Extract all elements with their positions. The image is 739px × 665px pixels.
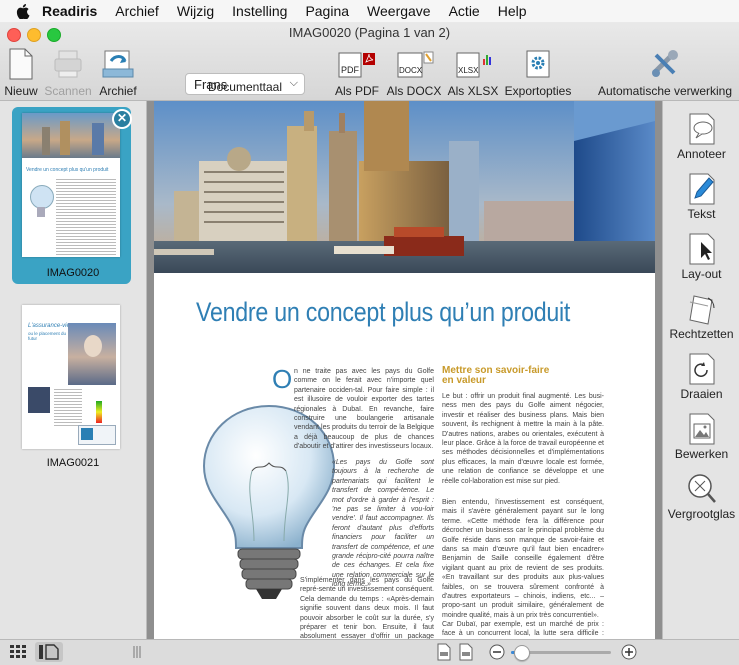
automation-tools-icon [652,50,678,77]
drop-cap: O [272,364,293,394]
menu-weergave[interactable]: Weergave [367,3,431,19]
annotate-tool[interactable]: Annoteer [663,111,739,161]
archive-label: Archief [99,84,137,98]
thumbnail-page-1[interactable]: Vendre un concept plus qu'un produit [22,113,120,257]
window-title: IMAG0020 (Pagina 1 van 2) [288,25,451,40]
thumbnail-mini-title: Vendre un concept plus qu'un produit [26,167,109,173]
magnifier-icon [687,474,716,503]
rotate-tool[interactable]: Draaien [663,351,739,401]
pdf-file-icon: PDF [338,52,375,78]
save-docx-label: Als DOCX [386,84,442,98]
status-bar [0,639,739,665]
save-pdf-button[interactable]: PDF Als PDF [334,46,380,98]
close-thumbnail-icon[interactable]: ✕ [112,109,132,129]
text-label: Tekst [687,207,716,221]
zoom-out-icon[interactable] [489,644,505,660]
apple-icon[interactable] [16,3,30,19]
layout-tool[interactable]: Lay-out [663,231,739,281]
page-view-toggle[interactable] [35,642,63,662]
save-xlsx-label: Als XLSX [447,84,499,98]
col1-paragraph-2: «Les pays du Golfe sont toujours à la re… [332,459,434,589]
col2-paragraph-3: Car Dubaï, par exemple, est un marché de… [442,621,604,638]
col2-paragraph-2: Bien entendu, l'investissement est consé… [442,499,604,619]
col1-paragraph-1: n ne traite pas avec les pays du Golfe c… [294,368,434,451]
svg-text:XLSX: XLSX [458,66,479,75]
new-label: Nieuw [4,84,38,98]
thumbnail-sidebar: Vendre un concept plus qu'un produit ✕ I… [0,101,147,639]
grid-view-icon[interactable] [10,645,28,659]
auto-processing-button[interactable]: Automatische verwerking [595,46,735,98]
thumbnail-2-mini-sub: ou le placement du futur [28,331,67,341]
rotate-label: Draaien [680,387,723,401]
thumbnail-2-mini-title: L'assurance-vie [28,323,70,329]
menu-wijzig[interactable]: Wijzig [177,3,214,19]
save-docx-button[interactable]: DOCX Als DOCX [386,46,442,98]
rotate-icon [689,353,714,385]
auto-processing-label: Automatische verwerking [597,84,733,98]
scan-label: Scannen [44,84,92,98]
city-photo [154,101,655,273]
col2-paragraph-1: Le but : offrir un produit final augment… [442,393,604,485]
col1-paragraph-3: S'implémenter dans les pays du Golfe rep… [300,577,434,639]
menu-archief[interactable]: Archief [115,3,159,19]
xlsx-small-icon[interactable] [459,643,473,661]
menu-app[interactable]: Readiris [42,3,97,19]
sidebar-resize-handle-icon[interactable] [133,646,141,658]
menu-help[interactable]: Help [498,3,527,19]
archive-button[interactable]: Archief [96,46,140,98]
edit-label: Bewerken [674,447,729,461]
magnifier-label: Vergrootglas [667,507,736,521]
save-xlsx-button[interactable]: XLSX Als XLSX [446,46,500,98]
archive-open-icon [102,50,134,78]
document-page: Vendre un concept plus qu’un produit O n… [154,101,655,639]
straighten-tool[interactable]: Rechtzetten [663,291,739,341]
docx-file-icon: DOCX [397,51,434,78]
edit-tool[interactable]: Bewerken [663,411,739,461]
thumbnail-page-2[interactable]: L'assurance-vie ou le placement du futur [22,305,120,449]
language-label: Documenttaal [207,80,283,94]
text-pen-icon [689,173,714,205]
menu-actie[interactable]: Actie [449,3,480,19]
single-page-view-icon [39,644,59,660]
layout-label: Lay-out [681,267,722,281]
zoom-slider-knob[interactable] [514,645,530,661]
thumbnail-name-2: IMAG0021 [46,457,100,469]
article-subhead: Mettre son savoir-faire en valeur [442,365,550,386]
text-tool[interactable]: Tekst [663,171,739,221]
xlsx-file-icon: XLSX [456,52,491,78]
annotate-label: Annoteer [677,147,726,161]
straighten-icon [688,295,714,325]
menu-pagina[interactable]: Pagina [305,3,349,19]
window-toolbar: IMAG0020 (Pagina 1 van 2) Nieuw Scannen … [0,22,739,101]
edit-image-icon [689,413,714,445]
pdf-small-icon[interactable] [437,643,451,661]
export-settings-icon [526,50,550,78]
export-options-label: Exportopties [504,84,572,98]
article-headline: Vendre un concept plus qu’un produit [196,297,571,327]
save-pdf-label: Als PDF [334,84,379,98]
menu-instelling[interactable]: Instelling [232,3,287,19]
svg-text:PDF: PDF [341,65,360,75]
document-viewer[interactable]: Vendre un concept plus qu’un produit O n… [147,101,662,639]
scan-button[interactable]: Scannen [44,46,92,98]
annotate-icon [689,113,714,145]
new-document-icon [9,48,33,80]
scanner-icon [54,50,82,78]
thumbnail-name-1: IMAG0020 [46,267,100,279]
export-options-button[interactable]: Exportopties [503,46,573,98]
magnifier-tool[interactable]: Vergrootglas [663,471,739,521]
new-button[interactable]: Nieuw [2,46,40,98]
straighten-label: Rechtzetten [669,327,734,341]
zoom-slider[interactable] [511,645,611,661]
zoom-in-icon[interactable] [621,644,637,660]
menu-bar: Readiris Archief Wijzig Instelling Pagin… [0,0,739,23]
svg-text:DOCX: DOCX [399,66,423,75]
layout-cursor-icon [689,233,714,265]
tools-panel: Annoteer Tekst Lay-out Rechtzetten Draai… [662,101,739,639]
